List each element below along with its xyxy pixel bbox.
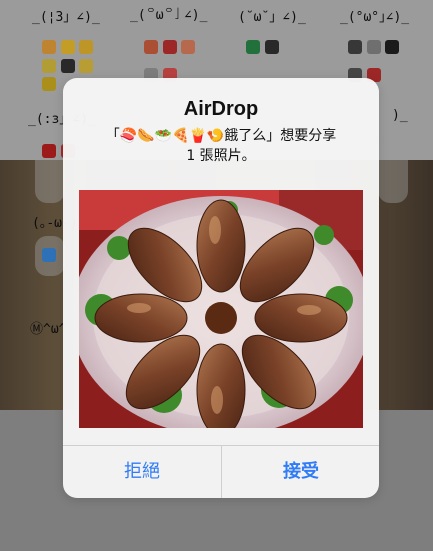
shared-photo-preview xyxy=(79,190,363,428)
airdrop-alert: AirDrop 「🍣🌭🥗🍕🍟🍤餓了么」想要分享 1 張照片。 拒絕 接受 xyxy=(63,78,379,498)
alert-message-line1: 「🍣🌭🥗🍕🍟🍤餓了么」想要分享 xyxy=(105,128,337,144)
decline-button[interactable]: 拒絕 xyxy=(63,446,221,498)
duck-heads-dish-image xyxy=(79,190,363,428)
alert-message-line2: 1 張照片。 xyxy=(186,148,256,164)
alert-title: AirDrop xyxy=(183,98,259,120)
accept-button[interactable]: 接受 xyxy=(222,446,379,498)
alert-message: 「🍣🌭🥗🍕🍟🍤餓了么」想要分享 1 張照片。 xyxy=(81,126,361,166)
